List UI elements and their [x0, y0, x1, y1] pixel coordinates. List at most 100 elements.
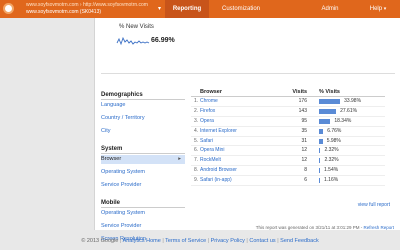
table-body: 1. Chrome 176 33.98% 2. Firefox 143 27.61% 3. Ope… — [191, 97, 385, 187]
browser-table: Browser Visits % Visits 1. Chrome 176 33.98… — [191, 88, 385, 187]
row-rank: 3. — [194, 117, 199, 124]
demographics-heading: Demographics — [101, 92, 185, 100]
tab-admin[interactable]: Admin — [316, 0, 344, 18]
percent-value: 1.16% — [324, 177, 339, 184]
percent-bar — [319, 178, 320, 184]
browser-link[interactable]: Android Browser — [200, 166, 237, 175]
browser-link[interactable]: Safari (in-app) — [200, 176, 232, 185]
sidebar-item-operating-system[interactable]: Operating System — [101, 168, 185, 177]
table-row: 7. RockMelt 12 2.32% — [191, 156, 385, 167]
visits-value: 143 — [298, 107, 307, 114]
account-name: www.soyfsovmotrn.com (SK0413) — [26, 9, 102, 15]
divider — [101, 73, 395, 74]
help-label: Help — [369, 6, 383, 12]
percent-bar — [319, 99, 341, 104]
footer-link-privacy[interactable]: Privacy Policy — [211, 238, 245, 244]
visits-value: 31 — [301, 137, 307, 144]
browser-link[interactable]: Chrome — [200, 97, 218, 106]
chevron-right-icon: ▸ — [178, 156, 181, 162]
footer-link-contact[interactable]: Contact us — [249, 238, 275, 244]
table-row: 5. Safari 31 5.98% — [191, 137, 385, 147]
table-row: 2. Firefox 143 27.61% — [191, 107, 385, 117]
table-row: 9. Safari (in-app) 6 1.16% — [191, 176, 385, 187]
percent-bar — [319, 148, 321, 154]
visits-value: 95 — [301, 117, 307, 124]
tab-reporting[interactable]: Reporting — [165, 0, 209, 18]
table-row: 3. Opera 95 18.34% — [191, 117, 385, 127]
browser-link[interactable]: Internet Explorer — [200, 127, 237, 136]
sidebar-item-mobile-provider[interactable]: Service Provider — [101, 222, 185, 231]
mobile-heading: Mobile — [101, 200, 185, 208]
footer-link-analytics-home[interactable]: Analytics Home — [123, 238, 161, 244]
footer: © 2013 Google | Analytics Home | Terms o… — [81, 238, 319, 244]
system-heading: System — [101, 146, 185, 154]
percent-value: 6.76% — [327, 127, 342, 134]
percent-bar — [319, 168, 320, 174]
percent-bar — [319, 158, 321, 164]
visits-value: 35 — [301, 127, 307, 134]
percent-bar — [319, 108, 337, 114]
generated-info: This report was generated on 3/21/11 at … — [256, 225, 394, 230]
browser-link[interactable]: Opera — [200, 117, 214, 126]
browser-link[interactable]: Firefox — [200, 107, 215, 116]
visits-value: 6 — [304, 177, 307, 184]
visits-value: 12 — [301, 147, 307, 154]
sparkline-chart — [116, 36, 150, 46]
row-rank: 8. — [194, 167, 199, 174]
new-visits-label: % New Visits — [119, 24, 154, 30]
refresh-report-link[interactable]: Refresh Report — [363, 225, 394, 230]
percent-bar — [319, 118, 331, 124]
row-rank: 5. — [194, 137, 199, 144]
percent-value: 5.98% — [326, 137, 341, 144]
column-pct-visits[interactable]: % Visits — [319, 89, 340, 95]
dimension-sidebar: Demographics Language Country / Territor… — [101, 88, 185, 248]
top-bar: www.soyfsovmotrn.com › http://www.soyfso… — [0, 0, 400, 18]
row-rank: 1. — [194, 98, 199, 104]
tab-customization[interactable]: Customization — [211, 0, 271, 18]
browser-link[interactable]: RockMelt — [200, 156, 221, 165]
account-property-path: www.soyfsovmotrn.com › http://www.soyfso… — [26, 2, 148, 8]
percent-value: 18.34% — [334, 117, 352, 124]
analytics-logo-icon[interactable] — [3, 3, 14, 14]
visits-value: 8 — [304, 167, 307, 174]
report-panel: % New Visits 66.99% Demographics Languag… — [94, 18, 400, 242]
table-row: 1. Chrome 176 33.98% — [191, 97, 385, 107]
percent-bar — [319, 128, 324, 134]
row-rank: 2. — [194, 107, 199, 114]
percent-value: 2.32% — [324, 147, 339, 154]
table-row: 4. Internet Explorer 35 6.76% — [191, 127, 385, 137]
chevron-down-icon: ▾ — [383, 6, 387, 12]
generated-text: This report was generated on 3/21/11 at … — [255, 225, 364, 230]
column-visits[interactable]: Visits — [292, 89, 307, 95]
visits-value: 176 — [298, 98, 307, 104]
sidebar-item-country[interactable]: Country / Territory — [101, 114, 185, 123]
percent-bar — [319, 138, 323, 144]
account-selector[interactable]: www.soyfsovmotrn.com › http://www.soyfso… — [26, 2, 174, 16]
sidebar-item-language[interactable]: Language — [101, 101, 185, 110]
sidebar-item-service-provider[interactable]: Service Provider — [101, 181, 185, 190]
footer-link-feedback[interactable]: Send Feedback — [280, 238, 319, 244]
help-menu[interactable]: Help ▾ — [362, 0, 394, 18]
column-browser[interactable]: Browser — [200, 89, 222, 95]
sparkline-line — [116, 36, 150, 46]
percent-value: 1.54% — [324, 167, 339, 174]
browser-link[interactable]: Opera Mini — [200, 146, 224, 155]
sidebar-item-mobile-os[interactable]: Operating System — [101, 209, 185, 218]
percent-value: 27.61% — [340, 107, 358, 114]
view-full-report-link[interactable]: view full report — [358, 202, 390, 208]
footer-link-terms[interactable]: Terms of Service — [165, 238, 206, 244]
sidebar-item-label: Browser — [101, 156, 122, 162]
table-row: 8. Android Browser 8 1.54% — [191, 166, 385, 177]
copyright: © 2013 Google — [81, 238, 119, 244]
sidebar-item-city[interactable]: City — [101, 127, 185, 136]
browser-link[interactable]: Safari — [200, 137, 213, 146]
percent-value: 33.98% — [344, 98, 362, 104]
visits-value: 12 — [301, 157, 307, 164]
sidebar-item-browser[interactable]: Browser ▸ — [101, 155, 185, 164]
table-row: 6. Opera Mini 12 2.32% — [191, 146, 385, 157]
row-rank: 4. — [194, 127, 199, 134]
row-rank: 9. — [194, 177, 199, 184]
chevron-down-icon[interactable]: ▾ — [158, 5, 161, 12]
table-header: Browser Visits % Visits — [191, 88, 385, 97]
row-rank: 7. — [194, 157, 199, 164]
